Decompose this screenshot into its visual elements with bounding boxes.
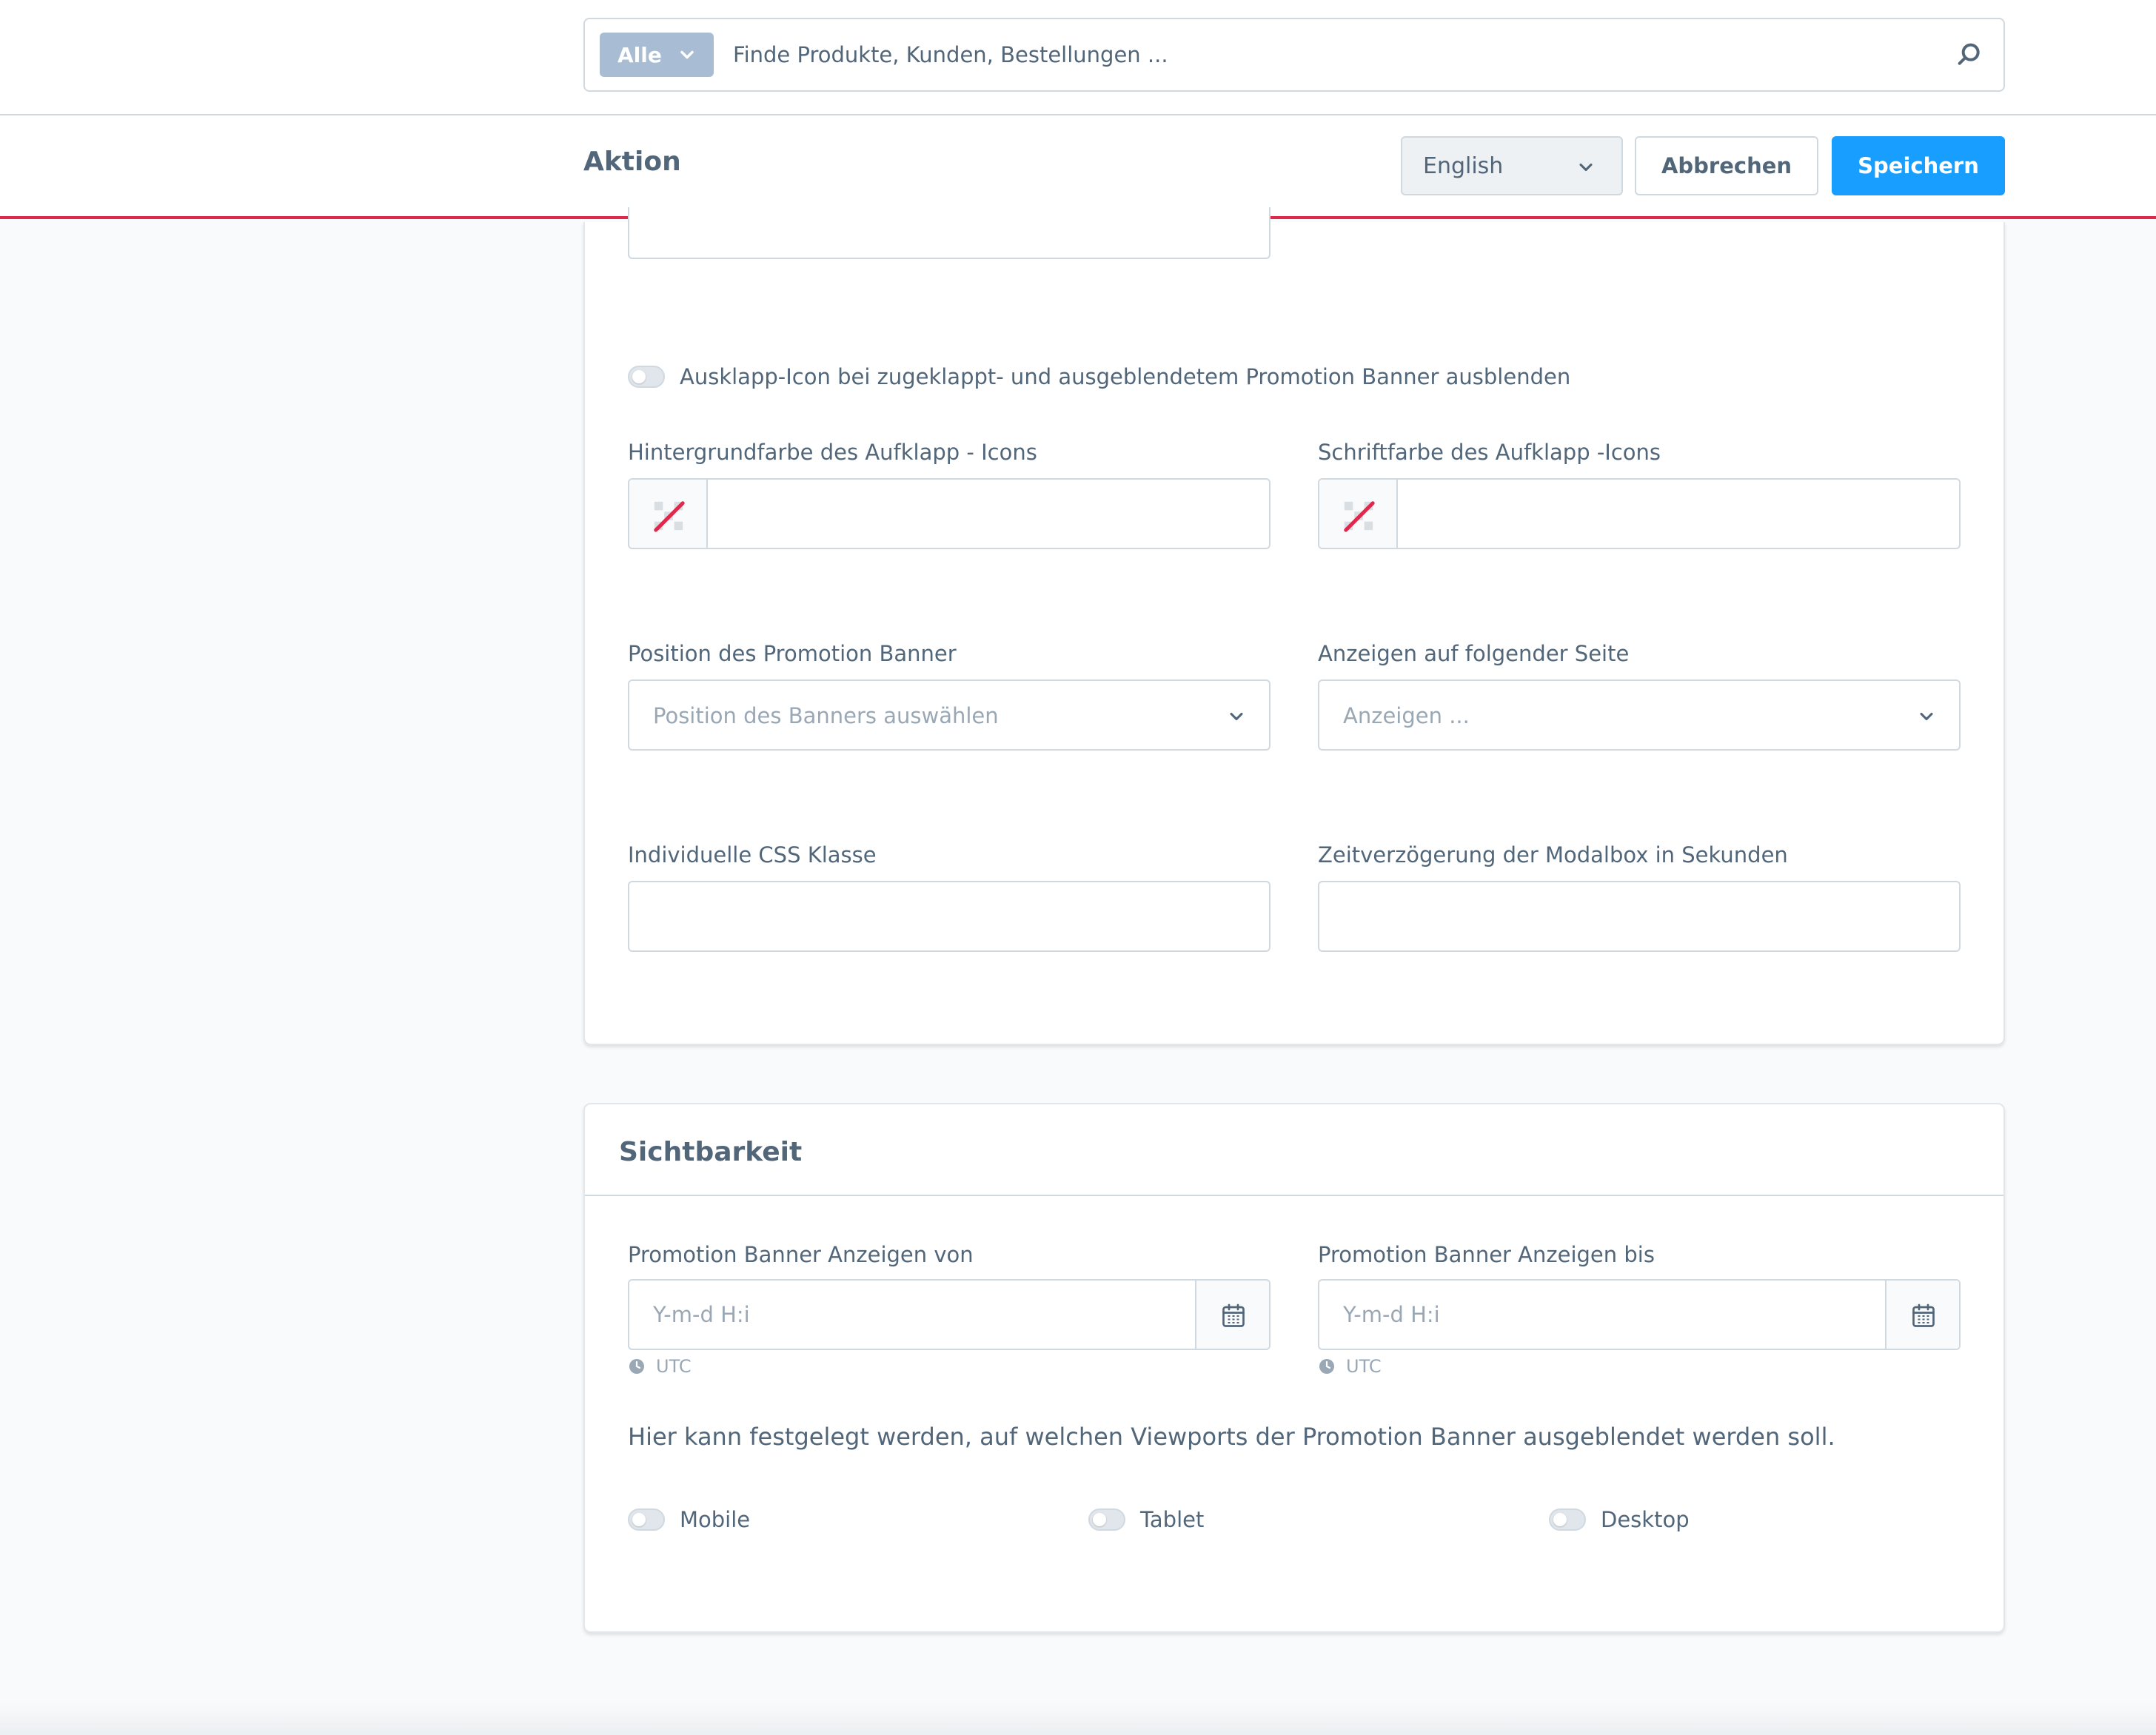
- show-on-page-select-placeholder: Anzeigen ...: [1343, 703, 1470, 728]
- color-swatch-button[interactable]: [1319, 480, 1398, 548]
- delay-label: Zeitverzögerung der Modalbox in Sekunden: [1318, 842, 1788, 868]
- chevron-down-icon: [1230, 712, 1243, 721]
- icon-bg-color-input[interactable]: [709, 480, 1269, 548]
- position-select-placeholder: Position des Banners auswählen: [653, 703, 999, 728]
- icon-font-color-input[interactable]: [1399, 480, 1959, 548]
- icon-font-color-field: [1318, 478, 1961, 549]
- settings-card: Ausklapp-Icon bei zugeklappt- und ausgeb…: [583, 207, 2005, 1045]
- css-class-label: Individuelle CSS Klasse: [628, 842, 877, 868]
- viewport-toggle-label: Tablet: [1140, 1507, 1205, 1532]
- position-select[interactable]: Position des Banners auswählen: [628, 679, 1270, 751]
- viewport-toggle-label: Desktop: [1601, 1507, 1690, 1532]
- search-input[interactable]: [733, 33, 1918, 77]
- show-from-timezone: UTC: [628, 1356, 692, 1377]
- visibility-card: Sichtbarkeit Promotion Banner Anzeigen v…: [583, 1103, 2005, 1633]
- viewport-toggle-tablet[interactable]: [1088, 1509, 1125, 1531]
- viewport-toggle-desktop[interactable]: [1549, 1509, 1586, 1531]
- search-type-label: Alle: [617, 42, 662, 67]
- timezone-label: UTC: [656, 1356, 692, 1377]
- visibility-card-header: Sichtbarkeit: [585, 1104, 2003, 1196]
- color-swatch-button[interactable]: [629, 480, 708, 548]
- icon-bg-color-field: [628, 478, 1270, 549]
- no-color-icon: [1344, 501, 1375, 532]
- show-to-field: [1318, 1279, 1961, 1350]
- visibility-card-title: Sichtbarkeit: [619, 1137, 803, 1167]
- show-from-input[interactable]: [629, 1281, 1192, 1349]
- show-on-page-label: Anzeigen auf folgender Seite: [1318, 641, 1630, 666]
- language-select[interactable]: English: [1401, 136, 1623, 195]
- viewport-help-text: Hier kann festgelegt werden, auf welchen…: [628, 1423, 1835, 1451]
- chevron-down-icon: [1579, 163, 1593, 172]
- hide-icon-toggle-label: Ausklapp-Icon bei zugeklappt- und ausgeb…: [680, 364, 1571, 389]
- calendar-button[interactable]: [1885, 1281, 1959, 1349]
- search-type-dropdown[interactable]: Alle: [600, 33, 714, 77]
- viewport-toggle-label: Mobile: [680, 1507, 751, 1532]
- page-title: Aktion: [583, 147, 681, 177]
- show-on-page-select[interactable]: Anzeigen ...: [1318, 679, 1961, 751]
- calendar-icon: [1222, 1303, 1245, 1327]
- viewport-toggle-tablet-row: Tablet: [1088, 1507, 1204, 1532]
- clock-icon: [629, 1359, 644, 1374]
- cancel-button[interactable]: Abbrechen: [1635, 136, 1818, 195]
- delay-input[interactable]: [1319, 882, 1959, 950]
- show-to-timezone: UTC: [1318, 1356, 1382, 1377]
- viewport-toggle-mobile-row: Mobile: [628, 1507, 750, 1532]
- timezone-label: UTC: [1346, 1356, 1382, 1377]
- chevron-down-icon: [1920, 712, 1933, 721]
- icon-bg-color-label: Hintergrundfarbe des Aufklapp - Icons: [628, 440, 1037, 465]
- global-search: Alle: [583, 18, 2005, 92]
- css-class-input[interactable]: [629, 882, 1269, 950]
- top-bar: Alle: [0, 0, 2156, 115]
- search-icon[interactable]: [1955, 40, 1984, 70]
- position-label: Position des Promotion Banner: [628, 641, 957, 666]
- show-from-label: Promotion Banner Anzeigen von: [628, 1242, 974, 1267]
- delay-field: [1318, 881, 1961, 952]
- text-field-partial[interactable]: [628, 207, 1270, 259]
- save-button[interactable]: Speichern: [1832, 136, 2005, 195]
- hide-icon-toggle[interactable]: [628, 366, 665, 388]
- clock-icon: [1319, 1359, 1334, 1374]
- show-to-input[interactable]: [1319, 1281, 1882, 1349]
- hide-icon-toggle-row: Ausklapp-Icon bei zugeklappt- und ausgeb…: [628, 364, 1570, 389]
- viewport-toggle-mobile[interactable]: [628, 1509, 665, 1531]
- smart-bar: Aktion English Abbrechen Speichern: [0, 115, 2156, 219]
- no-color-icon: [654, 501, 685, 532]
- css-class-field: [628, 881, 1270, 952]
- show-to-label: Promotion Banner Anzeigen bis: [1318, 1242, 1655, 1267]
- icon-font-color-label: Schriftfarbe des Aufklapp -Icons: [1318, 440, 1661, 465]
- show-from-field: [628, 1279, 1270, 1350]
- calendar-button[interactable]: [1195, 1281, 1269, 1349]
- chevron-down-icon: [680, 50, 694, 59]
- bottom-scroll-shadow: [0, 1702, 2156, 1735]
- language-select-value: English: [1423, 152, 1504, 179]
- calendar-icon: [1912, 1303, 1935, 1327]
- viewport-toggle-desktop-row: Desktop: [1549, 1507, 1690, 1532]
